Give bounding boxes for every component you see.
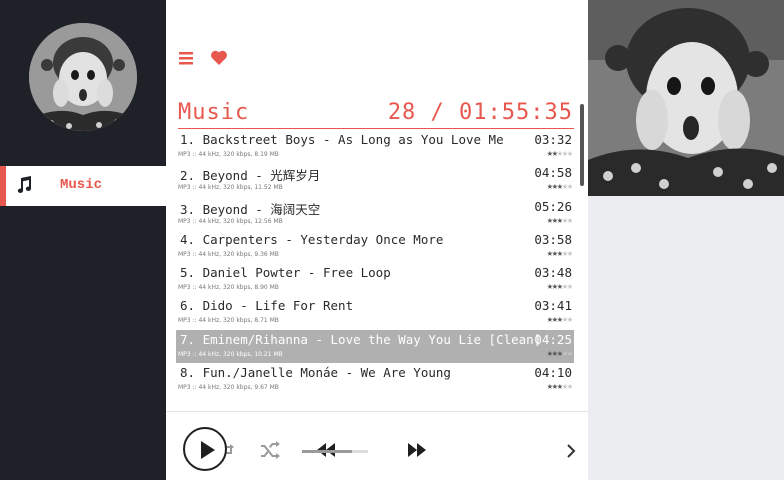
track-title: 4. Carpenters - Yesterday Once More (180, 231, 444, 247)
star-icon[interactable]: ★ (567, 314, 573, 325)
track-row[interactable]: 4. Carpenters - Yesterday Once More 03:58… (176, 230, 574, 263)
track-duration: 04:58 (534, 165, 572, 181)
rating-stars[interactable]: ★★★★★ (547, 381, 573, 392)
menu-icon[interactable] (178, 50, 194, 66)
rating-stars[interactable]: ★★★★★ (547, 348, 573, 359)
scrollbar-thumb[interactable] (580, 104, 584, 186)
star-icon[interactable]: ★ (567, 348, 573, 359)
track-list: 1. Backstreet Boys - As Long as You Love… (176, 130, 574, 396)
star-icon[interactable]: ★ (567, 248, 573, 259)
divider (166, 411, 588, 412)
sidebar: Music (0, 0, 166, 480)
heart-icon[interactable] (210, 49, 228, 67)
next-icon[interactable] (406, 442, 428, 458)
avatar (29, 23, 137, 131)
track-title: 5. Daniel Powter - Free Loop (180, 265, 391, 281)
active-indicator (0, 166, 6, 206)
rating-stars[interactable]: ★★★★★ (547, 281, 573, 292)
rating-stars[interactable]: ★★★★★ (547, 148, 573, 159)
chevron-right-icon[interactable] (565, 443, 577, 459)
track-title: 7. Eminem/Rihanna - Love the Way You Lie… (180, 331, 542, 347)
track-title: 1. Backstreet Boys - As Long as You Love… (180, 132, 504, 147)
playlist-header: Music 28 / 01:55:35 (178, 100, 574, 129)
play-button[interactable] (183, 427, 227, 471)
track-duration: 03:32 (534, 132, 572, 147)
track-duration: 03:58 (534, 231, 572, 247)
track-meta: MP3 :: 44 kHz, 320 kbps, 11.52 MB (178, 184, 283, 192)
volume-slider[interactable] (302, 450, 368, 453)
track-title: 6. Dido - Life For Rent (180, 298, 354, 314)
track-duration: 05:26 (534, 198, 572, 214)
track-row[interactable]: 6. Dido - Life For Rent 03:41MP3 :: 44 kH… (176, 296, 574, 329)
star-icon[interactable]: ★ (567, 181, 573, 192)
playlist-summary: 28 / 01:55:35 (387, 100, 573, 125)
avatar-photo (29, 23, 137, 131)
album-art (588, 0, 784, 196)
main-panel: Music 28 / 01:55:35 1. Backstreet Boys -… (166, 0, 588, 480)
track-meta: MP3 :: 44 kHz, 320 kbps, 9.67 MB (178, 384, 279, 392)
track-meta: MP3 :: 44 kHz, 320 kbps, 8.71 MB (178, 317, 279, 325)
track-title: 2. Beyond - 光辉岁月 (180, 168, 321, 184)
rating-stars[interactable]: ★★★★★ (547, 314, 573, 325)
star-icon[interactable]: ★ (567, 381, 573, 392)
track-meta: MP3 :: 44 kHz, 320 kbps, 9.36 MB (178, 250, 279, 258)
track-title: 8. Fun./Janelle Monáe - We Are Young (180, 365, 451, 381)
track-row[interactable]: 5. Daniel Powter - Free Loop 03:48MP3 :: … (176, 263, 574, 296)
track-row[interactable]: 2. Beyond - 光辉岁月 04:58MP3 :: 44 kHz, 320 … (176, 163, 574, 196)
track-row[interactable]: 7. Eminem/Rihanna - Love the Way You Lie… (176, 329, 574, 364)
shuffle-icon[interactable] (259, 441, 281, 459)
page-title: Music (178, 100, 250, 125)
track-meta: MP3 :: 44 kHz, 320 kbps, 8.90 MB (178, 284, 279, 292)
track-row[interactable]: 8. Fun./Janelle Monáe - We Are Young 04:1… (176, 363, 574, 396)
track-title: 3. Beyond - 海阔天空 (180, 201, 321, 217)
track-row[interactable]: 1. Backstreet Boys - As Long as You Love… (176, 130, 574, 163)
track-meta: MP3 :: 44 kHz, 320 kbps, 12.56 MB (178, 217, 283, 225)
star-icon[interactable]: ★ (567, 281, 573, 292)
track-row[interactable]: 3. Beyond - 海阔天空 05:26MP3 :: 44 kHz, 320 … (176, 197, 574, 230)
track-duration: 03:41 (534, 298, 572, 314)
volume-level (302, 450, 353, 453)
music-note-icon (17, 176, 32, 193)
rating-stars[interactable]: ★★★★★ (547, 215, 573, 226)
rating-stars[interactable]: ★★★★★ (547, 181, 573, 192)
track-meta: MP3 :: 44 kHz, 320 kbps, 10.21 MB (178, 350, 283, 358)
track-duration: 04:10 (534, 365, 572, 381)
sidebar-item-music[interactable]: Music (0, 166, 166, 206)
track-duration: 03:48 (534, 265, 572, 281)
play-icon (201, 441, 215, 459)
rating-stars[interactable]: ★★★★★ (547, 248, 573, 259)
star-icon[interactable]: ★ (567, 148, 573, 159)
track-meta: MP3 :: 44 kHz, 320 kbps, 8.19 MB (178, 151, 279, 158)
album-art-photo (588, 0, 784, 196)
sidebar-item-label: Music (60, 177, 103, 193)
track-duration: 04:25 (534, 331, 572, 347)
star-icon[interactable]: ★ (567, 215, 573, 226)
